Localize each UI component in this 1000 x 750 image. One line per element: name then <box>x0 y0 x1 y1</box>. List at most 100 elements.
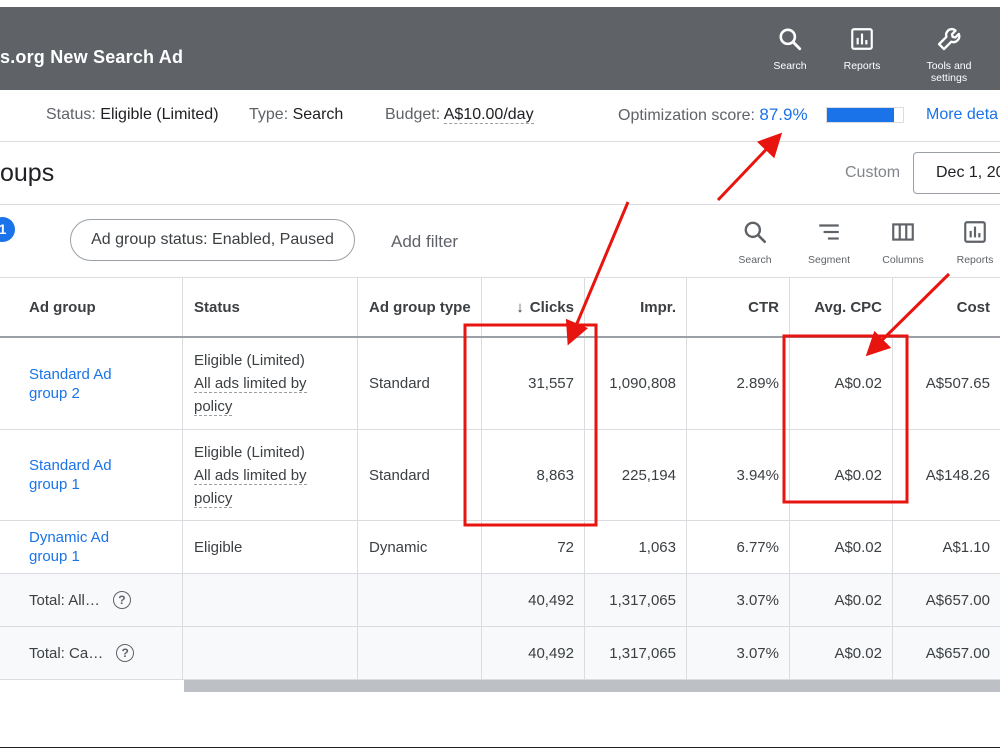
total-row: Total: Ca… ? 40,492 1,317,065 3.07% A$0.… <box>0 627 1000 680</box>
header-ctr[interactable]: CTR <box>687 278 790 336</box>
table-header-row: Ad group Status Ad group type ↓ Clicks I… <box>0 278 1000 338</box>
total-row: Total: All… ? 40,492 1,317,065 3.07% A$0… <box>0 574 1000 627</box>
ad-group-link[interactable]: Standard Ad group 1 <box>29 456 112 494</box>
table-row: Standard Ad group 2 Eligible (Limited) A… <box>0 338 1000 430</box>
date-range-custom-label: Custom <box>845 164 901 181</box>
impr-cell: 225,194 <box>585 430 687 520</box>
bottom-border <box>0 747 1000 748</box>
type-label: Type: <box>249 106 289 123</box>
budget-value: A$10.00/day <box>443 106 534 124</box>
header-avg-cpc[interactable]: Avg. CPC <box>790 278 893 336</box>
topbar-reports-button[interactable]: Reports <box>822 24 902 72</box>
cost-cell: A$657.00 <box>925 591 990 609</box>
segment-button[interactable]: Segment <box>794 219 864 266</box>
ad-group-name-line1: Standard Ad <box>29 457 112 474</box>
type-cell <box>358 574 482 626</box>
header-impr[interactable]: Impr. <box>585 278 687 336</box>
header-cost[interactable]: Cost <box>893 278 1000 336</box>
impr-cell: 1,090,808 <box>585 338 687 429</box>
header-status[interactable]: Status <box>183 278 358 336</box>
status-line2: All ads limited by <box>194 375 307 393</box>
clicks-cell: 72 <box>482 521 585 573</box>
budget-label: Budget: <box>385 106 441 123</box>
campaign-status: Status: Eligible (Limited) <box>46 106 219 124</box>
ctr-cell: 6.77% <box>687 521 790 573</box>
ad-group-name-line1: Dynamic Ad <box>29 529 110 546</box>
clicks-cell: 40,492 <box>482 627 585 679</box>
title-bar: oups Custom Dec 1, 20 <box>0 142 1000 205</box>
avg-cpc-cell: A$0.02 <box>790 338 893 429</box>
opt-score-bar <box>826 107 904 123</box>
status-text[interactable]: Eligible (Limited) All ads limited by po… <box>194 441 307 510</box>
ad-group-name-line2: group 1 <box>29 548 80 565</box>
top-strip <box>0 0 1000 7</box>
opt-score-label: Optimization score: <box>618 107 755 124</box>
top-bar: s.org New Search Ad Search Reports Tools… <box>0 7 1000 90</box>
impr-cell: 1,063 <box>585 521 687 573</box>
ad-group-name-cell: Standard Ad group 1 <box>18 430 183 520</box>
more-details-link[interactable]: More deta <box>926 106 998 124</box>
segment-icon <box>794 219 864 245</box>
topbar-search-button[interactable]: Search <box>750 24 830 72</box>
status-label: Status: <box>46 106 96 123</box>
clicks-cell: 8,863 <box>482 430 585 520</box>
reports-icon <box>940 219 1000 245</box>
type-cell <box>358 627 482 679</box>
ad-group-link[interactable]: Standard Ad group 2 <box>29 365 112 403</box>
cost-cell: A$507.65 <box>925 375 990 392</box>
table-row: Standard Ad group 1 Eligible (Limited) A… <box>0 430 1000 521</box>
table-reports-button[interactable]: Reports <box>940 219 1000 266</box>
optimization-score[interactable]: Optimization score: 87.9% <box>618 105 808 125</box>
table-reports-label: Reports <box>956 254 994 266</box>
header-ad-group-type[interactable]: Ad group type <box>358 278 482 336</box>
help-icon[interactable]: ? <box>116 644 135 662</box>
add-filter-button[interactable]: Add filter <box>391 232 458 252</box>
filter-bar: 1 Ad group status: Enabled, Paused Add f… <box>0 205 1000 278</box>
date-range-button[interactable]: Dec 1, 20 <box>913 152 1000 194</box>
page-title: oups <box>0 159 55 187</box>
table-search-button[interactable]: Search <box>720 219 790 266</box>
columns-icon <box>868 219 938 245</box>
header-clicks[interactable]: ↓ Clicks <box>482 278 585 336</box>
ctr-cell: 3.94% <box>687 430 790 520</box>
help-icon[interactable]: ? <box>112 591 131 609</box>
avg-cpc-cell: A$0.02 <box>790 521 893 573</box>
total-label-cell: Total: Ca… ? <box>18 627 183 679</box>
clicks-cell: 31,557 <box>482 338 585 429</box>
campaign-type: Type: Search <box>249 106 343 124</box>
ad-group-status-filter-chip[interactable]: Ad group status: Enabled, Paused <box>70 219 355 261</box>
ad-group-name-line1: Standard Ad <box>29 365 112 383</box>
table-search-label: Search <box>738 254 772 266</box>
ad-group-name-line2: group 1 <box>29 476 80 493</box>
type-cell: Standard <box>358 430 482 520</box>
avg-cpc-cell: A$0.02 <box>790 574 893 626</box>
columns-button[interactable]: Columns <box>868 219 938 266</box>
columns-label: Columns <box>882 254 924 266</box>
avg-cpc-cell: A$0.02 <box>790 627 893 679</box>
impr-cell: 1,317,065 <box>585 627 687 679</box>
horizontal-scrollbar[interactable] <box>184 680 1000 692</box>
topbar-search-label: Search <box>773 60 807 72</box>
status-cell <box>183 627 358 679</box>
cost-cell: A$148.26 <box>925 466 990 484</box>
status-text[interactable]: Eligible (Limited) All ads limited by po… <box>194 349 307 418</box>
status-line1: Eligible (Limited) <box>194 443 305 461</box>
app-frame: s.org New Search Ad Search Reports Tools… <box>0 0 1000 750</box>
status-cell: Eligible (Limited) All ads limited by po… <box>183 430 358 520</box>
topbar-tools-label: Tools and settings <box>926 60 972 84</box>
impr-cell: 1,317,065 <box>585 574 687 626</box>
ad-group-name-cell: Dynamic Ad group 1 <box>18 521 183 573</box>
campaign-budget[interactable]: Budget: A$10.00/day <box>385 106 534 124</box>
header-ad-group[interactable]: Ad group <box>18 278 183 336</box>
topbar-tools-button[interactable]: Tools and settings <box>909 24 989 84</box>
status-line3: policy <box>194 398 233 416</box>
filter-count-badge[interactable]: 1 <box>0 217 15 242</box>
status-cell <box>183 574 358 626</box>
total-label-cell: Total: All… ? <box>18 574 183 626</box>
opt-score-value: 87.9% <box>759 105 808 124</box>
sort-down-arrow-icon: ↓ <box>516 298 524 316</box>
ad-group-link[interactable]: Dynamic Ad group 1 <box>29 528 109 566</box>
cost-cell: A$657.00 <box>925 644 990 662</box>
status-line2: All ads limited by <box>194 466 307 485</box>
cost-cell: A$1.10 <box>942 538 990 556</box>
